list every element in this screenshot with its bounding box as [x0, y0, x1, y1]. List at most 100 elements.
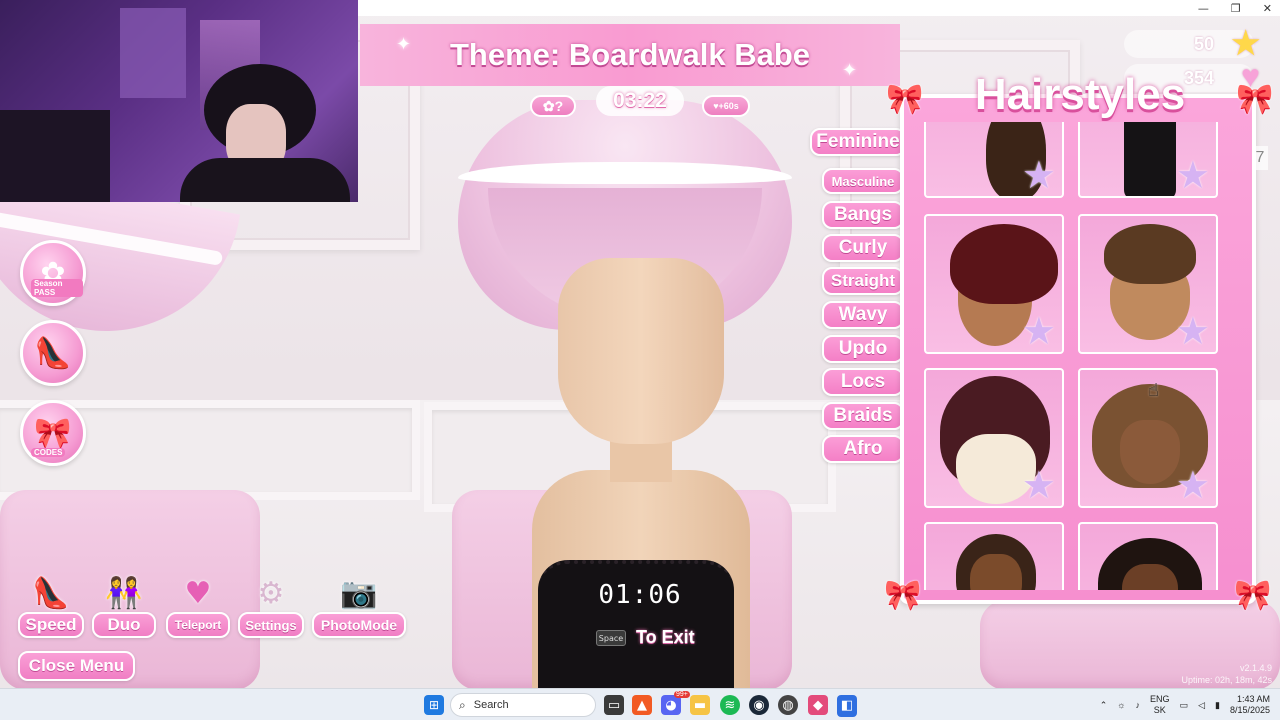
taskbar-clock[interactable]: 1:43 AM 8/15/2025 [1230, 694, 1270, 716]
favorite-star-icon[interactable]: ★ [1176, 466, 1210, 504]
duo-icon: 👭 [105, 576, 143, 611]
microphone-icon[interactable]: ♪ [1136, 700, 1141, 710]
discord-icon[interactable]: ◕ [661, 695, 681, 715]
roblox-icon[interactable]: ◧ [837, 695, 857, 715]
menu-settings: ⚙ Settings [238, 576, 304, 638]
hairstyle-tile[interactable] [1078, 522, 1218, 590]
sparkle-icon: ✦ [842, 60, 858, 81]
favorite-star-icon[interactable]: ★ [1022, 466, 1056, 504]
to-exit-label: To Exit [636, 627, 695, 647]
bow-icon: 🎀 [886, 82, 924, 117]
task-view-icon[interactable]: ▭ [604, 695, 624, 715]
codes-button[interactable]: 🎀 CODES [20, 400, 86, 466]
codes-icon: 🎀 [34, 415, 72, 451]
category-feminine[interactable]: Feminine [810, 128, 906, 156]
menu-speed: 👠 Speed [18, 576, 84, 638]
obs-icon[interactable]: ◍ [778, 695, 798, 715]
scroll-number: 7 [1252, 146, 1268, 170]
hair-swatch [950, 224, 1058, 304]
category-straight[interactable]: Straight [822, 267, 904, 295]
favorite-star-icon[interactable]: ★ [1176, 312, 1210, 350]
taskbar-search[interactable]: ⌕ Search [450, 693, 596, 717]
bow-icon: 🎀 [1234, 578, 1272, 613]
category-updo[interactable]: Updo [822, 335, 904, 363]
discord-badge: 99+ [674, 691, 690, 698]
language-indicator[interactable]: ENG SK [1150, 694, 1170, 716]
theme-banner: Theme: Boardwalk Babe [360, 24, 900, 86]
battery-icon[interactable]: ▮ [1215, 700, 1220, 711]
gear-icon: ⚙ [257, 576, 285, 611]
hairstyle-grid: ★ ★ ★ ★ ★ ★ [922, 122, 1222, 590]
brave-browser-icon[interactable]: ▲ [632, 695, 652, 715]
spotify-icon[interactable]: ≋ [720, 695, 740, 715]
panel-title: Hairstyles [974, 70, 1186, 119]
hairstyle-tile[interactable]: ★ [1078, 214, 1218, 354]
window-controls: — ❐ ✕ [1198, 0, 1272, 16]
settings-button[interactable]: Settings [238, 612, 304, 638]
teleport-button[interactable]: Teleport [166, 612, 230, 638]
close-button[interactable]: ✕ [1263, 2, 1272, 15]
overlay-watermark: v2.1.4.9 Uptime: 02h, 18m, 42s [1181, 663, 1272, 685]
question-icon: ✿? [542, 97, 564, 114]
face-swatch [970, 554, 1022, 590]
category-locs[interactable]: Locs [822, 368, 904, 396]
category-braids[interactable]: Braids [822, 402, 904, 430]
windows-start-icon[interactable]: ⊞ [424, 695, 444, 715]
search-icon: ⌕ [459, 697, 466, 712]
menu-teleport: ♥ Teleport [166, 576, 230, 638]
menu-duo: 👭 Duo [92, 576, 156, 638]
webcam-overlay [0, 0, 358, 202]
teleport-icon: ♥ [184, 576, 212, 611]
hair-swatch [1104, 224, 1196, 284]
system-tray: ⌃ ☼ ♪ ENG SK ▭ ◁ ▮ 1:43 AM 8/15/2025 [1100, 693, 1270, 717]
favorite-star-icon[interactable]: ★ [1022, 156, 1056, 194]
hairstyle-tile[interactable]: ★ [924, 214, 1064, 354]
favorite-star-icon[interactable]: ★ [1022, 312, 1056, 350]
exit-timer: 01:06 [598, 580, 682, 610]
mouse-cursor-icon: ☝ [1148, 380, 1159, 401]
speed-button[interactable]: Speed [18, 612, 84, 638]
category-afro[interactable]: Afro [822, 435, 904, 463]
avatar-head [558, 258, 724, 444]
minimize-button[interactable]: — [1198, 2, 1209, 15]
category-bangs[interactable]: Bangs [822, 201, 904, 229]
season-pass-button[interactable]: ✿ Season PASS [20, 240, 86, 306]
shop-icon: 👠 [34, 335, 72, 371]
photomode-button[interactable]: PhotoMode [312, 612, 406, 638]
file-explorer-icon[interactable]: ▬ [690, 695, 710, 715]
sparkle-icon: ✦ [396, 34, 412, 55]
category-masculine[interactable]: Masculine [822, 168, 904, 194]
star-icon: ★ [1231, 25, 1260, 61]
category-curly[interactable]: Curly [822, 234, 904, 262]
bow-icon: 🎀 [1236, 82, 1274, 117]
round-timer: 03:22 [596, 86, 684, 116]
duo-button[interactable]: Duo [92, 612, 156, 638]
camera-icon: 📷 [340, 576, 378, 611]
star-currency: 50 ★ [1124, 25, 1260, 61]
favorite-star-icon[interactable]: ★ [1176, 156, 1210, 194]
outfit-hint-button[interactable]: ✿? [530, 95, 576, 117]
speaker-icon[interactable]: ◁ [1198, 700, 1205, 711]
heel-icon: 👠 [32, 576, 70, 611]
menu-photomode: 📷 PhotoMode [312, 576, 406, 638]
vip-time-button[interactable]: ♥ +60s [702, 95, 750, 117]
hairstyle-tile[interactable]: ★ [924, 368, 1064, 508]
close-menu-button[interactable]: Close Menu [18, 651, 135, 681]
roblox-studio-icon[interactable]: ◆ [808, 695, 828, 715]
hair-swatch [1124, 122, 1176, 196]
face-swatch [1120, 420, 1180, 484]
windows-taskbar: ⊞ ⌕ Search ▭ ▲ ◕ 99+ ▬ ≋ ◉ ◍ ◆ ◧ ⌃ ☼ ♪ E… [0, 688, 1280, 720]
shop-button[interactable]: 👠 [20, 320, 86, 386]
steam-icon[interactable]: ◉ [749, 695, 769, 715]
chevron-up-icon[interactable]: ⌃ [1100, 700, 1108, 711]
hairstyle-tile[interactable]: ★ [924, 122, 1064, 198]
category-wavy[interactable]: Wavy [822, 301, 904, 329]
weather-icon[interactable]: ☼ [1117, 700, 1125, 710]
hairstyle-tile[interactable]: ★ [1078, 122, 1218, 198]
space-key-hint: Space [596, 630, 626, 646]
theme-title: Theme: Boardwalk Babe [449, 37, 811, 72]
bow-icon: 🎀 [884, 578, 922, 613]
hairstyle-tile[interactable] [924, 522, 1064, 590]
network-icon[interactable]: ▭ [1180, 700, 1189, 711]
restore-button[interactable]: ❐ [1231, 2, 1241, 15]
